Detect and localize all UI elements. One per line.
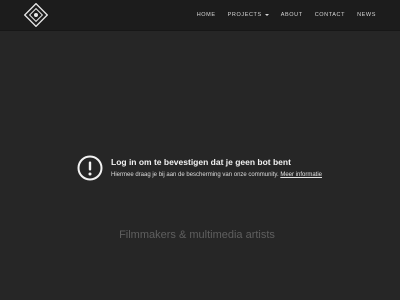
nav-contact[interactable]: CONTACT (315, 12, 345, 18)
nav-home[interactable]: HOME (197, 12, 216, 18)
notice-text: Log in om te bevestigen dat je geen bot … (111, 158, 322, 179)
notice-description: Hiermee draag je bij aan de bescherming … (111, 172, 322, 178)
login-notice: Log in om te bevestigen dat je geen bot … (77, 155, 322, 181)
nav-menu: HOME PROJECTS ABOUT CONTACT NEWS (197, 0, 376, 30)
logo-icon[interactable] (23, 2, 49, 28)
exclamation-circle-icon (77, 155, 103, 181)
nav-news[interactable]: NEWS (357, 12, 376, 18)
page: HOME PROJECTS ABOUT CONTACT NEWS Log in … (0, 0, 400, 300)
notice-title: Log in om te bevestigen dat je geen bot … (111, 156, 291, 167)
nav-contact-label: CONTACT (314, 12, 346, 18)
more-info-link[interactable]: Meer informatie (280, 172, 322, 178)
hero-tagline: Filmmakers & multimedia artists (119, 229, 275, 241)
notice-text-label: Hiermee draag je bij aan de bescherming … (111, 172, 279, 179)
nav-projects[interactable]: PROJECTS (228, 12, 269, 18)
caret-down-icon (264, 14, 269, 16)
nav-about-label: ABOUT (280, 12, 303, 18)
nav-home-label: HOME (196, 12, 216, 18)
navbar: HOME PROJECTS ABOUT CONTACT NEWS (0, 0, 400, 31)
nav-news-label: NEWS (357, 12, 376, 18)
nav-about[interactable]: ABOUT (281, 12, 303, 18)
nav-projects-label: PROJECTS (227, 12, 262, 18)
